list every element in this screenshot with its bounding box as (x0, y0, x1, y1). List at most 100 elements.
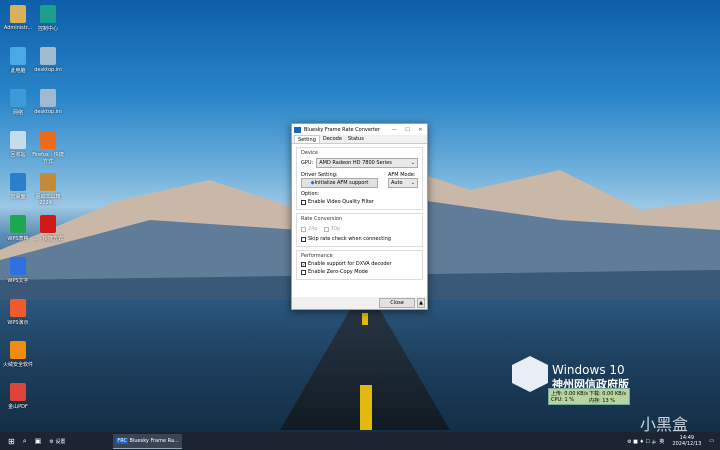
task-view-icon[interactable]: ▣ (35, 437, 42, 445)
desktop-icon[interactable]: 网络 (2, 89, 34, 116)
taskbar-settings[interactable]: ⚙ 设置 (49, 438, 65, 445)
gpu-select[interactable]: AMD Radeon HD 7800 Series ⌄ (316, 158, 418, 168)
checkbox-label: 30p (330, 226, 341, 232)
checkbox-label: Skip rate check when connecting (308, 236, 391, 242)
rate-conversion-group: Rate Conversion 24p 30p Skip rate check … (296, 213, 423, 247)
app-icon (40, 5, 56, 23)
app-icon (10, 341, 26, 359)
close-window-button[interactable]: ✕ (414, 127, 427, 133)
video-quality-checkbox[interactable]: Enable Video Quality Filter (301, 199, 418, 205)
afm-mode-select[interactable]: Auto ⌄ (388, 178, 418, 188)
network-monitor[interactable]: 上传: 0.00 KB/s 下载: 0.00 KB/s CPU: 1 % 内存: 1… (548, 388, 630, 405)
desktop-icon[interactable]: 驱动工具箱 2024... (32, 173, 64, 206)
clock[interactable]: 14:49 2024/12/13 (672, 435, 701, 447)
desktop-icon-label: 控制中心 (37, 26, 58, 32)
minimize-button[interactable]: — (388, 127, 401, 133)
maximize-button[interactable]: ☐ (401, 127, 414, 133)
app-icon (10, 131, 26, 149)
dxva-checkbox[interactable]: ✓ Enable support for DXVA decoder (301, 261, 418, 267)
watermark-title: Windows 10 (552, 363, 625, 377)
group-label: Performance (301, 253, 333, 259)
start-button[interactable]: ⊞ (8, 437, 15, 446)
tab-decode[interactable]: Decode (320, 135, 345, 143)
desktop-icon[interactable]: 云桌面 (2, 173, 34, 200)
taskbar: ⊞ ⌕ ▣ ⚙ 设置 FRC Bluesky Frame Ra... ⚙ ■ ♦… (0, 432, 720, 450)
download-speed: 下载: 0.00 KB/s (589, 391, 626, 397)
desktop-icon-label: 驱动工具箱 2024... (35, 194, 61, 206)
desktop-icon-label: 云桌面 (10, 194, 26, 200)
app-icon (40, 215, 56, 233)
notification-icon[interactable]: ▭ (709, 438, 714, 444)
app-icon (40, 89, 56, 107)
desktop-icon-label: WPS文字 (7, 278, 29, 284)
shenzhou-logo-icon (512, 356, 548, 392)
desktop-icon-label: Administr... (3, 25, 33, 31)
skip-rate-checkbox[interactable]: Skip rate check when connecting (301, 236, 418, 242)
afm-label: AFM Mode: (388, 172, 416, 178)
upload-speed: 上传: 0.00 KB/s (551, 391, 588, 397)
30p-checkbox[interactable]: 30p (323, 226, 341, 232)
tray-icons[interactable]: ⚙ ■ ♦ ☐ 🔈 英 (627, 438, 664, 445)
tab-setting[interactable]: Setting (294, 135, 320, 143)
checkbox-label: Enable support for DXVA decoder (308, 261, 392, 267)
performance-group: Performance ✓ Enable support for DXVA dec… (296, 250, 423, 280)
desktop-icon[interactable]: 此电脑 (2, 47, 34, 74)
button-label: Initialize AFM support (314, 180, 369, 186)
chevron-down-icon: ⌄ (410, 160, 415, 166)
window-title: Bluesky Frame Rate Converter (304, 126, 381, 133)
desktop-icon[interactable]: 回收站 (2, 131, 34, 158)
desktop-icon-label: 此电脑 (10, 68, 26, 74)
app-icon (10, 299, 26, 317)
expand-up-button[interactable]: ▲ (417, 298, 425, 308)
desktop-icon[interactable]: Firefox - 快捷方式 (32, 131, 64, 165)
desktop-icon-label: 金山PDF (8, 404, 28, 410)
app-icon (10, 215, 26, 233)
app-icon (40, 173, 56, 191)
desktop-icon[interactable]: 金山PDF (2, 383, 34, 410)
desktop-icon[interactable]: desktop.ini (32, 89, 64, 115)
tab-status[interactable]: Status (345, 135, 367, 143)
desktop-icon-label: WPS演示 (7, 320, 29, 326)
option-label: Option: (301, 191, 320, 197)
close-button[interactable]: Close (379, 298, 415, 308)
desktop-icon[interactable]: WPS文字 (2, 257, 34, 284)
desktop-icon[interactable]: 控制中心 (32, 5, 64, 32)
app-icon (40, 47, 56, 65)
group-label: Device (301, 150, 319, 156)
desktop-icon[interactable]: WPS演示 (2, 299, 34, 326)
app-icon (10, 257, 26, 275)
device-group: Device GPU: AMD Radeon HD 7800 Series ⌄ D… (296, 147, 423, 210)
desktop-icon[interactable]: 火绒安全软件 (2, 341, 34, 368)
memory-usage: 内存: 13 % (589, 398, 615, 404)
desktop-icon[interactable]: desktop.ini (32, 47, 64, 73)
search-icon[interactable]: ⌕ (23, 437, 27, 446)
checkbox-label: Enable Video Quality Filter (308, 199, 375, 205)
app-icon (10, 89, 26, 107)
gpu-label: GPU: (301, 160, 314, 166)
24p-checkbox[interactable]: 24p (301, 226, 318, 232)
date: 2024/12/13 (672, 441, 702, 447)
desktop-icon[interactable]: ... - 快捷方式 (32, 215, 64, 242)
desktop-icon-label: 网络 (12, 110, 23, 116)
lane-mark (360, 385, 372, 430)
desktop-icon-label: desktop.ini (34, 109, 62, 115)
desktop-icon-label: desktop.ini (34, 67, 62, 73)
settings-label: 设置 (55, 438, 66, 445)
initialize-afm-button[interactable]: ◆Initialize AFM support (301, 178, 378, 188)
checkbox-label: 24p (308, 226, 318, 232)
desktop-icon[interactable]: WPS表格 (2, 215, 34, 242)
app-icon (10, 383, 26, 401)
app-icon (10, 173, 26, 191)
desktop-icon[interactable]: Administr... (2, 5, 34, 31)
gear-icon: ⚙ (49, 438, 54, 445)
group-label: Rate Conversion (301, 216, 343, 222)
zero-copy-checkbox[interactable]: Enable Zero-Copy Mode (301, 269, 418, 275)
desktop-icon-label: 回收站 (10, 152, 26, 158)
app-label: Bluesky Frame Ra... (129, 437, 179, 444)
app-logo-icon (294, 126, 301, 133)
app-logo-icon: FRC (116, 437, 128, 444)
cpu-usage: CPU: 1 % (551, 397, 574, 403)
taskbar-app-frc[interactable]: FRC Bluesky Frame Ra... (113, 433, 182, 449)
title-bar: Bluesky Frame Rate Converter — ☐ ✕ (292, 124, 427, 135)
frc-dialog: Bluesky Frame Rate Converter — ☐ ✕ Setting… (291, 123, 428, 310)
